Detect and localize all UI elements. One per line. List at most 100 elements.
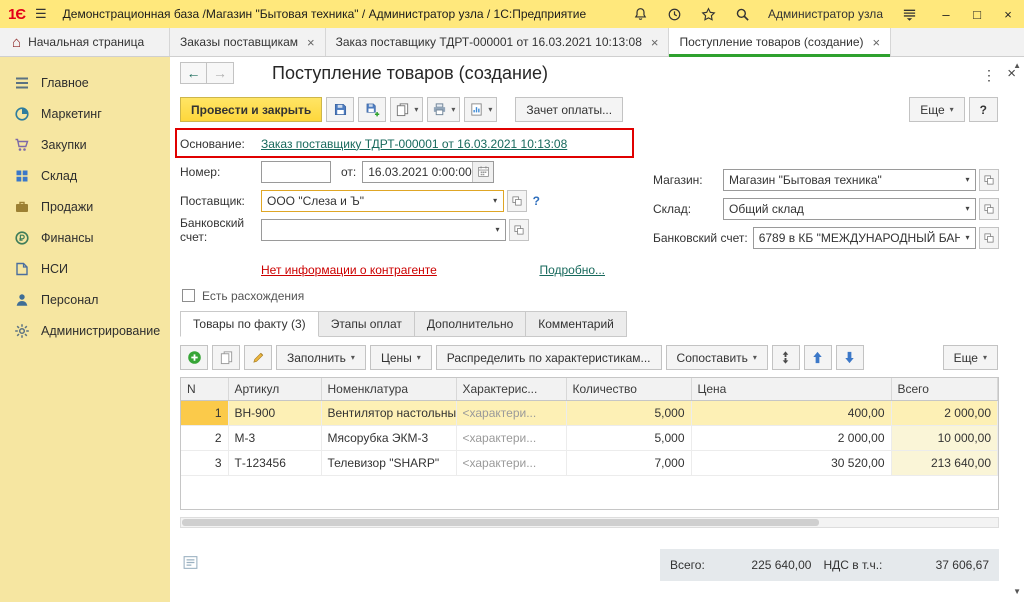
move-down-button[interactable] xyxy=(836,345,864,370)
dropdown-icon[interactable]: ▾ xyxy=(488,196,503,205)
tab-comment[interactable]: Комментарий xyxy=(526,311,627,337)
org-bank-account-open-button[interactable] xyxy=(979,227,999,249)
notes-icon[interactable] xyxy=(182,554,200,572)
sidebar-item-personnel[interactable]: Персонал xyxy=(0,284,170,315)
col-n[interactable]: N xyxy=(181,378,228,400)
col-quantity[interactable]: Количество xyxy=(566,378,691,400)
print-button[interactable]: ▾ xyxy=(427,97,460,122)
cell-article[interactable]: Т-123456 xyxy=(228,450,321,475)
forward-button[interactable]: → xyxy=(207,62,234,84)
history-icon[interactable] xyxy=(665,5,683,23)
table-row[interactable]: 3 Т-123456 Телевизор "SHARP" <характери.… xyxy=(181,450,998,475)
more-button[interactable]: Еще▾ xyxy=(909,97,964,122)
table-row[interactable]: 1 ВН-900 Вентилятор настольный <характер… xyxy=(181,400,998,425)
scrollbar-thumb[interactable] xyxy=(182,519,819,526)
search-icon[interactable] xyxy=(733,5,751,23)
warehouse-field[interactable]: Общий склад ▾ xyxy=(723,198,976,220)
cell-n[interactable]: 1 xyxy=(181,400,228,425)
col-characteristic[interactable]: Характерис... xyxy=(456,378,566,400)
number-input[interactable] xyxy=(261,161,331,183)
notifications-icon[interactable] xyxy=(631,5,649,23)
create-based-on-button[interactable]: ▾ xyxy=(390,97,423,122)
minimize-button[interactable]: – xyxy=(938,7,954,22)
current-user[interactable]: Администратор узла xyxy=(768,7,883,21)
cell-total[interactable]: 213 640,00 xyxy=(891,450,998,475)
service-menu-icon[interactable] xyxy=(900,5,918,23)
dropdown-icon[interactable]: ▾ xyxy=(960,175,975,184)
cell-price[interactable]: 2 000,00 xyxy=(691,425,891,450)
cell-article[interactable]: М-3 xyxy=(228,425,321,450)
save-button[interactable] xyxy=(326,97,354,122)
tab-supplier-orders[interactable]: Заказы поставщикам × xyxy=(170,28,326,56)
sidebar-item-finance[interactable]: Финансы xyxy=(0,222,170,253)
tab-additional[interactable]: Дополнительно xyxy=(415,311,526,337)
maximize-button[interactable]: □ xyxy=(969,7,985,22)
scroll-up-icon[interactable]: ▲ xyxy=(1013,61,1021,70)
sidebar-item-warehouse[interactable]: Склад xyxy=(0,160,170,191)
supplier-help-icon[interactable]: ? xyxy=(533,194,540,208)
sidebar-item-marketing[interactable]: Маркетинг xyxy=(0,98,170,129)
edit-row-button[interactable] xyxy=(244,345,272,370)
store-field[interactable]: Магазин "Бытовая техника" ▾ xyxy=(723,169,976,191)
tab-payment-stages[interactable]: Этапы оплат xyxy=(319,311,415,337)
basis-link[interactable]: Заказ поставщику ТДРТ-000001 от 16.03.20… xyxy=(261,137,567,151)
back-button[interactable]: ← xyxy=(180,62,207,84)
window-close-button[interactable]: × xyxy=(1000,7,1016,22)
supplier-field[interactable]: ООО "Слеза и Ъ" ▾ xyxy=(261,190,504,212)
cell-article[interactable]: ВН-900 xyxy=(228,400,321,425)
sidebar-item-purchases[interactable]: Закупки xyxy=(0,129,170,160)
sidebar-item-sales[interactable]: Продажи xyxy=(0,191,170,222)
col-price[interactable]: Цена xyxy=(691,378,891,400)
prices-button[interactable]: Цены▾ xyxy=(370,345,432,370)
cell-characteristic[interactable]: <характери... xyxy=(456,425,566,450)
cell-nomenclature[interactable]: Телевизор "SHARP" xyxy=(321,450,456,475)
tab-goods-by-fact[interactable]: Товары по факту (3) xyxy=(180,311,319,337)
more-menu-icon[interactable]: ⋮ xyxy=(982,67,996,84)
warehouse-open-button[interactable] xyxy=(979,198,999,220)
main-menu-icon[interactable]: ☰ xyxy=(35,6,47,22)
cell-characteristic[interactable]: <характери... xyxy=(456,400,566,425)
store-open-button[interactable] xyxy=(979,169,999,191)
tab-close-icon[interactable]: × xyxy=(307,35,315,50)
discrepancy-checkbox[interactable] xyxy=(182,289,195,302)
sidebar-item-administration[interactable]: Администрирование xyxy=(0,315,170,346)
home-tab[interactable]: ⌂ Начальная страница xyxy=(0,28,170,56)
sidebar-item-nsi[interactable]: НСИ xyxy=(0,253,170,284)
help-button[interactable]: ? xyxy=(969,97,998,122)
cell-nomenclature[interactable]: Вентилятор настольный xyxy=(321,400,456,425)
calendar-icon[interactable] xyxy=(472,162,493,182)
bank-account-field[interactable]: ▾ xyxy=(261,219,506,241)
cell-nomenclature[interactable]: Мясорубка ЭКМ-3 xyxy=(321,425,456,450)
cell-price[interactable]: 400,00 xyxy=(691,400,891,425)
dropdown-icon[interactable]: ▾ xyxy=(490,225,505,234)
sidebar-item-main[interactable]: Главное xyxy=(0,67,170,98)
bank-account-open-button[interactable] xyxy=(509,219,529,241)
move-up-button[interactable] xyxy=(804,345,832,370)
tab-supplier-order-tdrt[interactable]: Заказ поставщику ТДРТ-000001 от 16.03.20… xyxy=(326,28,670,56)
col-nomenclature[interactable]: Номенклатура xyxy=(321,378,456,400)
date-field[interactable]: 16.03.2021 0:00:00 xyxy=(362,161,494,183)
details-link[interactable]: Подробно... xyxy=(539,263,605,277)
favorites-icon[interactable] xyxy=(699,5,717,23)
horizontal-scrollbar[interactable] xyxy=(180,517,999,528)
post-and-close-button[interactable]: Провести и закрыть xyxy=(180,97,322,122)
cell-n[interactable]: 2 xyxy=(181,425,228,450)
tab-goods-receipt[interactable]: Поступление товаров (создание) × xyxy=(669,28,891,56)
payment-offset-button[interactable]: Зачет оплаты... xyxy=(515,97,623,122)
tab-close-icon[interactable]: × xyxy=(651,35,659,50)
match-button[interactable]: Сопоставить▾ xyxy=(666,345,768,370)
cell-quantity[interactable]: 7,000 xyxy=(566,450,691,475)
tab-close-icon[interactable]: × xyxy=(873,35,881,50)
col-article[interactable]: Артикул xyxy=(228,378,321,400)
add-row-button[interactable] xyxy=(180,345,208,370)
reports-button[interactable]: ▾ xyxy=(464,97,497,122)
counterparty-warning-link[interactable]: Нет информации о контрагенте xyxy=(261,263,437,277)
copy-row-button[interactable] xyxy=(212,345,240,370)
dropdown-icon[interactable]: ▾ xyxy=(960,233,975,242)
scroll-down-icon[interactable]: ▼ xyxy=(1013,587,1021,596)
org-bank-account-field[interactable]: 6789 в КБ "МЕЖДУНАРОДНЫЙ БАНК РАЗ ▾ xyxy=(753,227,976,249)
cell-n[interactable]: 3 xyxy=(181,450,228,475)
col-total[interactable]: Всего xyxy=(891,378,998,400)
cell-quantity[interactable]: 5,000 xyxy=(566,425,691,450)
dropdown-icon[interactable]: ▾ xyxy=(960,204,975,213)
